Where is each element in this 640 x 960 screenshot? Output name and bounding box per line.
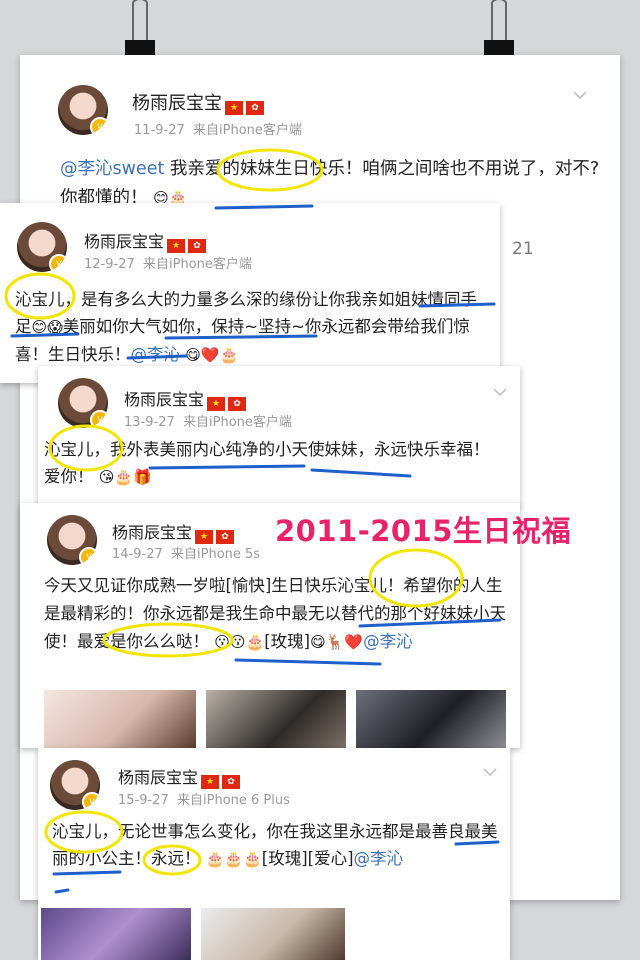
china-flag-icon: ★	[167, 239, 186, 253]
username[interactable]: 杨雨辰宝宝 ★ ✿	[118, 764, 241, 789]
username[interactable]: 杨雨辰宝宝 ★ ✿	[112, 519, 235, 544]
mention-link[interactable]: @李沁	[131, 345, 181, 364]
post-text: 沁宝儿，我外表美丽内心纯净的小天使妹妹，永远快乐幸福！爱你！ 😘🎂🎁	[44, 440, 490, 486]
post-meta: 11-9-27 来自iPhone客户端	[134, 123, 302, 138]
birthday-wishes-title: 2011-2015生日祝福	[275, 514, 571, 548]
avatar[interactable]: v	[50, 760, 100, 810]
post-meta: 13-9-27 来自iPhone客户端	[124, 415, 292, 430]
chevron-down-icon[interactable]	[493, 388, 507, 396]
username[interactable]: 杨雨辰宝宝 ★ ✿	[124, 386, 247, 411]
post-text: 沁宝儿，无论世事怎么变化，你在我这里永远都是最善良最美丽的小公主！永远！ 🎂🎂🎂…	[52, 822, 498, 868]
china-flag-icon: ★	[225, 101, 243, 115]
mention-link[interactable]: @李沁	[363, 632, 413, 651]
binder-clip-left	[125, 0, 155, 58]
post-text: 沁宝儿，是有多么大的力量多么深的缘份让你我亲如姐妹情同手足😊😱美丽如你大气如你，…	[15, 290, 477, 364]
avatar[interactable]: v	[47, 515, 97, 565]
post-photo-4[interactable]	[41, 908, 191, 960]
verified-badge-icon: v	[49, 254, 67, 272]
mention-link[interactable]: @李沁sweet	[60, 159, 164, 179]
post-photo-3[interactable]	[356, 690, 506, 748]
verified-badge-icon: v	[90, 410, 108, 428]
weibo-post-2015: v 杨雨辰宝宝 ★ ✿ 15-9-27 来自iPhone 6 Plus 沁宝儿，无论…	[38, 748, 510, 960]
post-meta: 12-9-27 来自iPhone客户端	[84, 257, 252, 272]
china-flag-icon: ★	[207, 397, 226, 411]
hongkong-flag-icon: ✿	[216, 530, 235, 544]
post-text: 今天又见证你成熟一岁啦[愉快]生日快乐沁宝儿！希望你的人生是最精彩的！你永远都是…	[44, 576, 506, 651]
hongkong-flag-icon: ✿	[246, 101, 264, 115]
weibo-post-2012: v 杨雨辰宝宝 ★ ✿ 12-9-27 来自iPhone客户端 沁宝儿，是有多么大的…	[0, 203, 500, 383]
post-meta: 14-9-27 来自iPhone 5s	[112, 547, 261, 562]
china-flag-icon: ★	[195, 530, 214, 544]
verified-badge-icon: v	[90, 117, 108, 135]
username[interactable]: 杨雨辰宝宝 ★ ✿	[132, 89, 264, 115]
post-photo-2[interactable]	[206, 690, 346, 748]
post-photo-1[interactable]	[44, 690, 196, 748]
avatar[interactable]: v	[58, 378, 108, 428]
weibo-post-2013: v 杨雨辰宝宝 ★ ✿ 13-9-27 来自iPhone客户端 沁宝儿，我外表美丽内…	[38, 366, 520, 506]
post-meta: 15-9-27 来自iPhone 6 Plus	[118, 793, 290, 808]
hongkong-flag-icon: ✿	[228, 397, 247, 411]
chevron-down-icon[interactable]	[573, 91, 587, 99]
hongkong-flag-icon: ✿	[188, 239, 207, 253]
hongkong-flag-icon: ✿	[222, 775, 241, 789]
comment-count[interactable]: 21	[512, 239, 534, 259]
avatar[interactable]: v	[17, 222, 67, 272]
username[interactable]: 杨雨辰宝宝 ★ ✿	[84, 228, 207, 253]
china-flag-icon: ★	[201, 775, 220, 789]
chevron-down-icon[interactable]	[483, 768, 497, 776]
mention-link[interactable]: @李沁	[354, 849, 404, 868]
binder-clip-right	[484, 0, 514, 58]
verified-badge-icon: v	[79, 547, 97, 565]
avatar[interactable]: v	[58, 85, 108, 135]
post-photo-5[interactable]	[201, 908, 345, 960]
verified-badge-icon: v	[82, 792, 100, 810]
